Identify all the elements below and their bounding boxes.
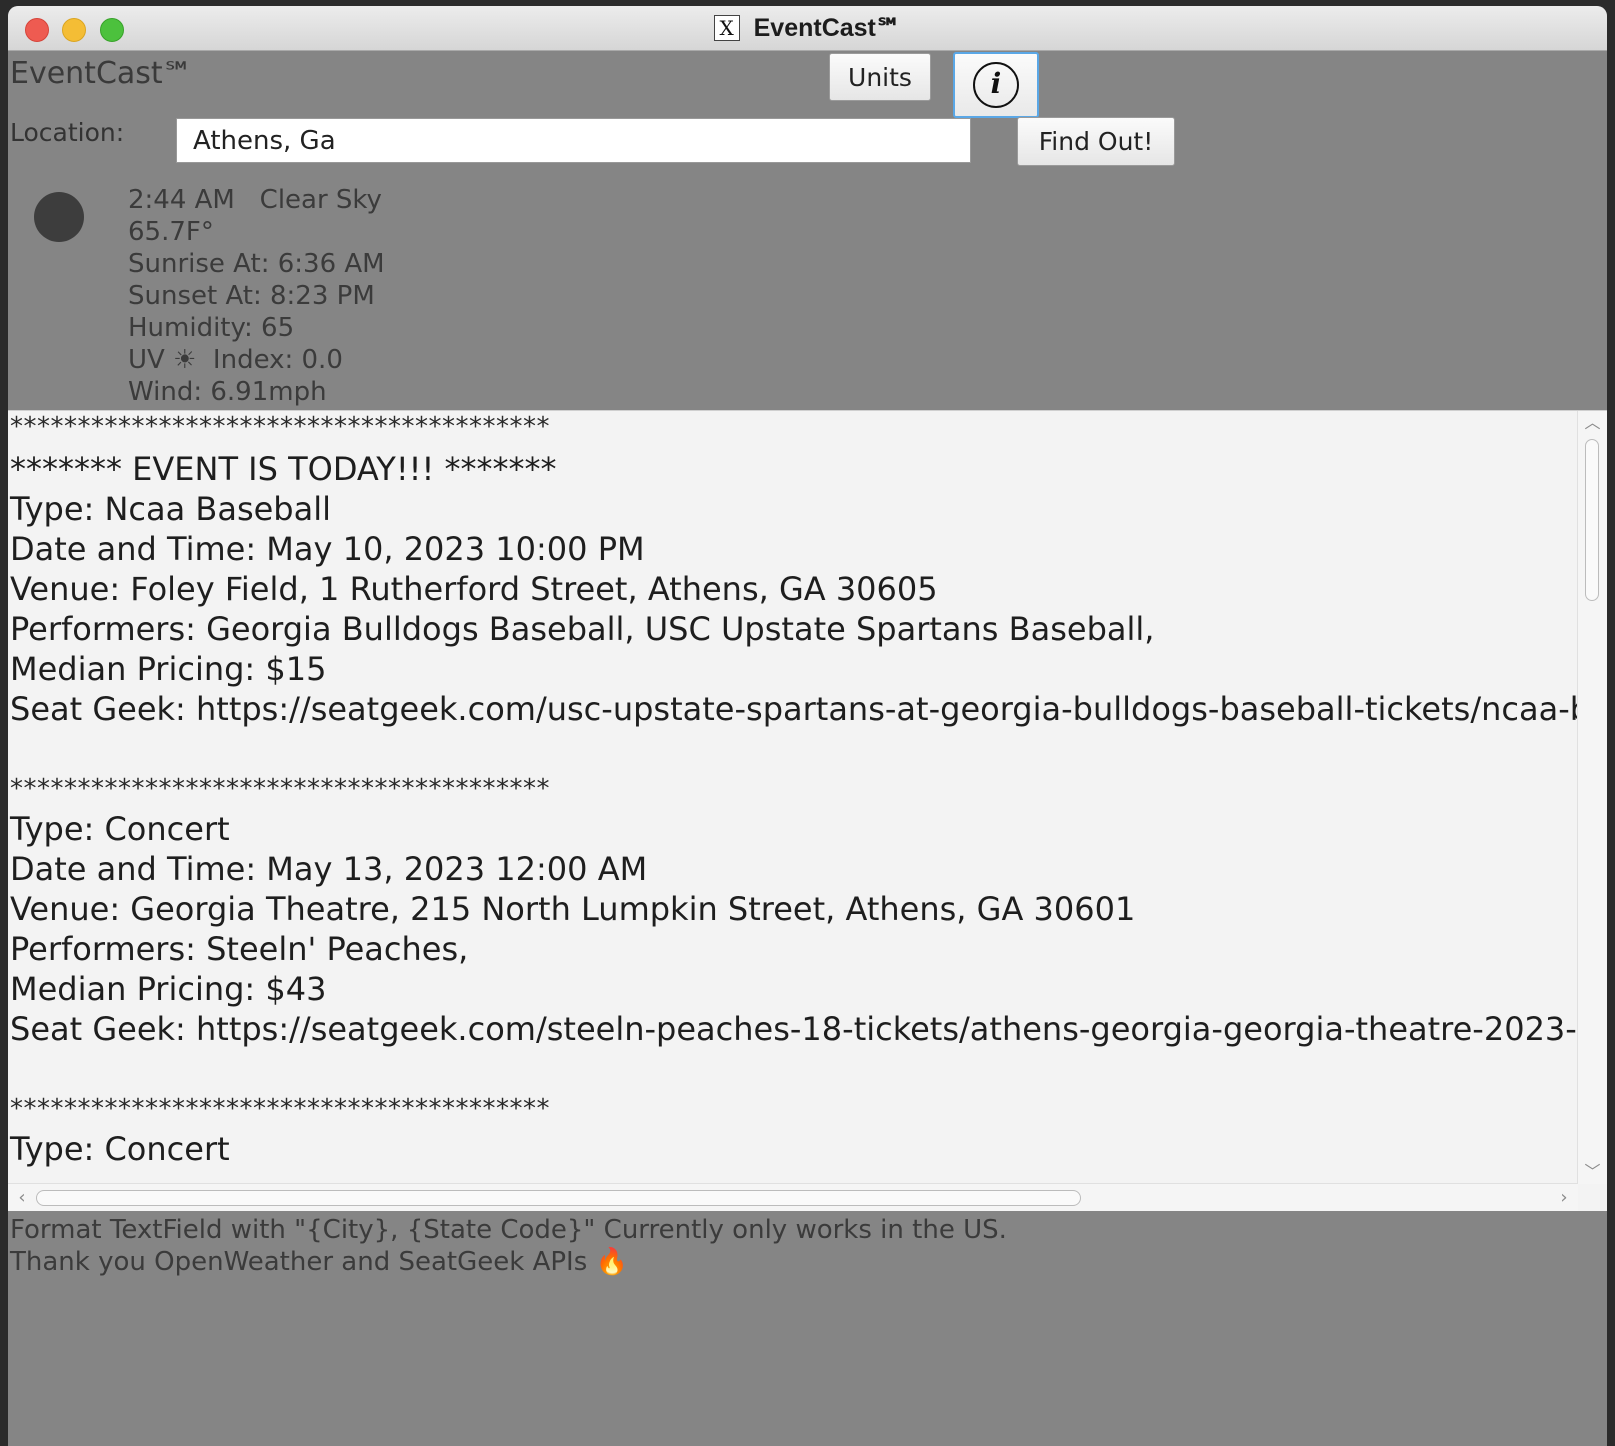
event-venue: Venue: Georgia Theatre, 215 North Lumpki… (10, 890, 1136, 928)
event-spacer (10, 729, 1578, 769)
event-separator: **************************************** (10, 774, 550, 804)
event-type: Type: Concert (10, 810, 230, 848)
vertical-scrollbar[interactable]: ︿ ﹀ (1577, 411, 1607, 1184)
footer: Format TextField with "{City}, {State Co… (10, 1214, 1007, 1278)
app-window: X EventCast℠ EventCast℠ Units i Location… (8, 6, 1607, 1446)
api-credits: Thank you OpenWeather and SeatGeek APIs … (10, 1247, 628, 1277)
event-seatgeek-link[interactable]: Seat Geek: https://seatgeek.com/usc-upst… (10, 689, 1578, 729)
event-entry: ****************************************… (8, 411, 1578, 769)
scroll-down-icon[interactable]: ﹀ (1578, 1162, 1607, 1182)
title-group: X EventCast℠ (8, 6, 1607, 50)
event-today-banner: ******* EVENT IS TODAY!!! ******* (10, 450, 557, 488)
info-icon: i (973, 62, 1019, 108)
moon-icon (34, 192, 84, 242)
scroll-up-icon[interactable]: ︿ (1578, 413, 1607, 433)
event-entry: ****************************************… (8, 769, 1578, 1089)
x11-app-icon: X (713, 15, 740, 41)
scroll-left-icon[interactable]: ‹ (12, 1184, 32, 1211)
weather-sunrise: Sunrise At: 6:36 AM (128, 249, 385, 279)
units-button[interactable]: Units (829, 53, 931, 101)
weather-panel: 2:44 AM Clear Sky 65.7F° Sunrise At: 6:3… (128, 184, 385, 408)
weather-uv-index: UV ☀ Index: 0.0 (128, 345, 343, 375)
find-out-button[interactable]: Find Out! (1017, 117, 1175, 166)
location-input[interactable] (176, 118, 971, 163)
event-separator: **************************************** (10, 1094, 550, 1124)
weather-sunset: Sunset At: 8:23 PM (128, 281, 375, 311)
event-datetime: Date and Time: May 10, 2023 10:00 PM (10, 530, 645, 568)
event-venue: Venue: Foley Field, 1 Rutherford Street,… (10, 570, 938, 608)
vertical-scroll-thumb[interactable] (1585, 439, 1599, 601)
event-spacer (10, 1049, 1578, 1089)
weather-humidity: Humidity: 65 (128, 313, 295, 343)
app-title: EventCast℠ (10, 56, 194, 91)
event-performers: Performers: Steeln' Peaches, (10, 930, 469, 968)
info-button[interactable]: i (953, 52, 1039, 118)
weather-wind: Wind: 6.91mph (128, 377, 327, 407)
event-pricing: Median Pricing: $15 (10, 650, 327, 688)
horizontal-scrollbar[interactable]: ‹ › (8, 1183, 1578, 1211)
event-performers: Performers: Georgia Bulldogs Baseball, U… (10, 610, 1155, 648)
horizontal-scroll-thumb[interactable] (36, 1190, 1081, 1206)
weather-time-condition: 2:44 AM Clear Sky (128, 185, 382, 215)
event-type: Type: Ncaa Baseball (10, 490, 331, 528)
format-hint: Format TextField with "{City}, {State Co… (10, 1215, 1007, 1245)
events-text-area[interactable]: ****************************************… (8, 411, 1578, 1184)
event-datetime: Date and Time: May 13, 2023 12:00 AM (10, 850, 648, 888)
events-scroll-pane[interactable]: ****************************************… (8, 410, 1607, 1211)
event-separator: **************************************** (10, 412, 550, 442)
event-type: Type: Concert (10, 1130, 230, 1168)
window-title: EventCast℠ (753, 14, 902, 42)
title-bar[interactable]: X EventCast℠ (8, 6, 1607, 51)
event-entry: ****************************************… (8, 1089, 1578, 1169)
event-seatgeek-link[interactable]: Seat Geek: https://seatgeek.com/steeln-p… (10, 1009, 1578, 1049)
weather-temperature: 65.7F° (128, 217, 214, 247)
location-label: Location: (10, 118, 125, 147)
event-pricing: Median Pricing: $43 (10, 970, 327, 1008)
scroll-right-icon[interactable]: › (1554, 1184, 1574, 1211)
